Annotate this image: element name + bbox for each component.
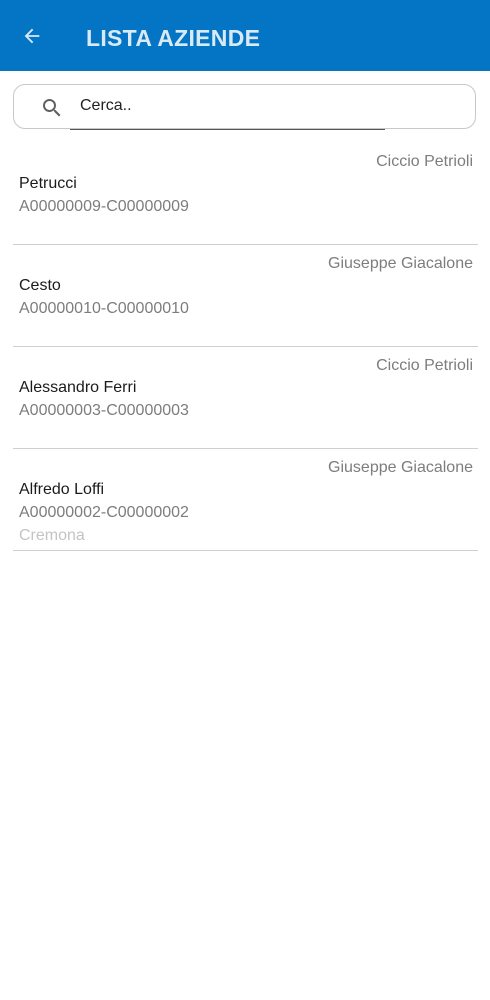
- back-button[interactable]: [18, 22, 46, 50]
- app-bar: LISTA AZIENDE: [0, 0, 490, 71]
- company-name: Alfredo Loffi: [19, 481, 105, 498]
- agent-name: Ciccio Petrioli: [376, 153, 473, 170]
- company-code: A00000010-C00000010: [19, 300, 189, 317]
- page-title: LISTA AZIENDE: [86, 25, 261, 51]
- company-name: Cesto: [19, 277, 61, 294]
- company-code: A00000003-C00000003: [19, 402, 189, 419]
- list-item[interactable]: Giuseppe Giacalone Cesto A00000010-C0000…: [13, 245, 478, 347]
- agent-name: Giuseppe Giacalone: [328, 459, 473, 476]
- search-underline: [70, 129, 385, 130]
- search-bar[interactable]: [13, 84, 476, 130]
- company-name: Alessandro Ferri: [19, 379, 137, 396]
- search-icon: [43, 99, 61, 117]
- agent-name: Ciccio Petrioli: [376, 357, 473, 374]
- company-name: Petrucci: [19, 175, 77, 192]
- company-code: A00000002-C00000002: [19, 504, 189, 521]
- agent-name: Giuseppe Giacalone: [328, 255, 473, 272]
- list-item[interactable]: Ciccio Petrioli Alessandro Ferri A000000…: [13, 347, 478, 449]
- company-city: Cremona: [19, 527, 85, 544]
- search-input[interactable]: [80, 91, 386, 121]
- company-list: Ciccio Petrioli Petrucci A00000009-C0000…: [13, 143, 478, 551]
- list-item[interactable]: Ciccio Petrioli Petrucci A00000009-C0000…: [13, 143, 478, 245]
- company-code: A00000009-C00000009: [19, 198, 189, 215]
- list-item[interactable]: Giuseppe Giacalone Alfredo Loffi A000000…: [13, 449, 478, 551]
- arrow-left-icon: [24, 28, 40, 44]
